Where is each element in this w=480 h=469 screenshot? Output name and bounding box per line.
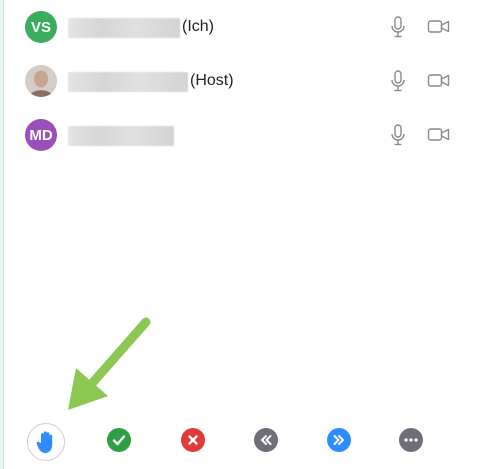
x-icon <box>181 428 205 452</box>
microphone-icon[interactable] <box>390 70 406 97</box>
video-camera-icon[interactable] <box>427 16 451 41</box>
double-chevron-right-icon <box>327 428 351 452</box>
participant-role: (Ich) <box>182 18 214 35</box>
participant-role: (Host) <box>190 72 234 89</box>
video-camera-icon[interactable] <box>427 124 451 149</box>
go-slower-button[interactable] <box>249 423 283 457</box>
microphone-icon[interactable] <box>390 124 406 151</box>
blurred-name <box>68 18 180 38</box>
double-chevron-left-icon <box>254 428 278 452</box>
avatar-initials: VS <box>30 18 51 36</box>
raise-hand-button[interactable] <box>27 423 65 461</box>
video-camera-icon[interactable] <box>427 70 451 95</box>
checkmark-icon <box>107 428 131 452</box>
annotation-arrow <box>68 317 151 410</box>
ellipsis-icon <box>399 428 423 452</box>
avatar-initials: MD <box>29 126 53 144</box>
no-button[interactable] <box>176 423 210 457</box>
yes-button[interactable] <box>102 423 136 457</box>
participants-panel: VS (Ich) (Host) MD <box>3 0 480 469</box>
raise-hand-icon <box>36 431 53 453</box>
microphone-icon[interactable] <box>390 16 406 43</box>
participant-row[interactable]: VS (Ich) <box>4 7 480 47</box>
participant-row[interactable]: (Host) <box>4 61 480 101</box>
profile-photo <box>25 65 57 97</box>
avatar <box>25 65 57 97</box>
blurred-name <box>68 126 174 146</box>
participant-row[interactable]: MD <box>4 115 480 155</box>
more-button[interactable] <box>394 423 428 457</box>
go-faster-button[interactable] <box>322 423 356 457</box>
avatar: MD <box>25 119 57 151</box>
avatar: VS <box>25 11 57 43</box>
blurred-name <box>68 72 188 92</box>
